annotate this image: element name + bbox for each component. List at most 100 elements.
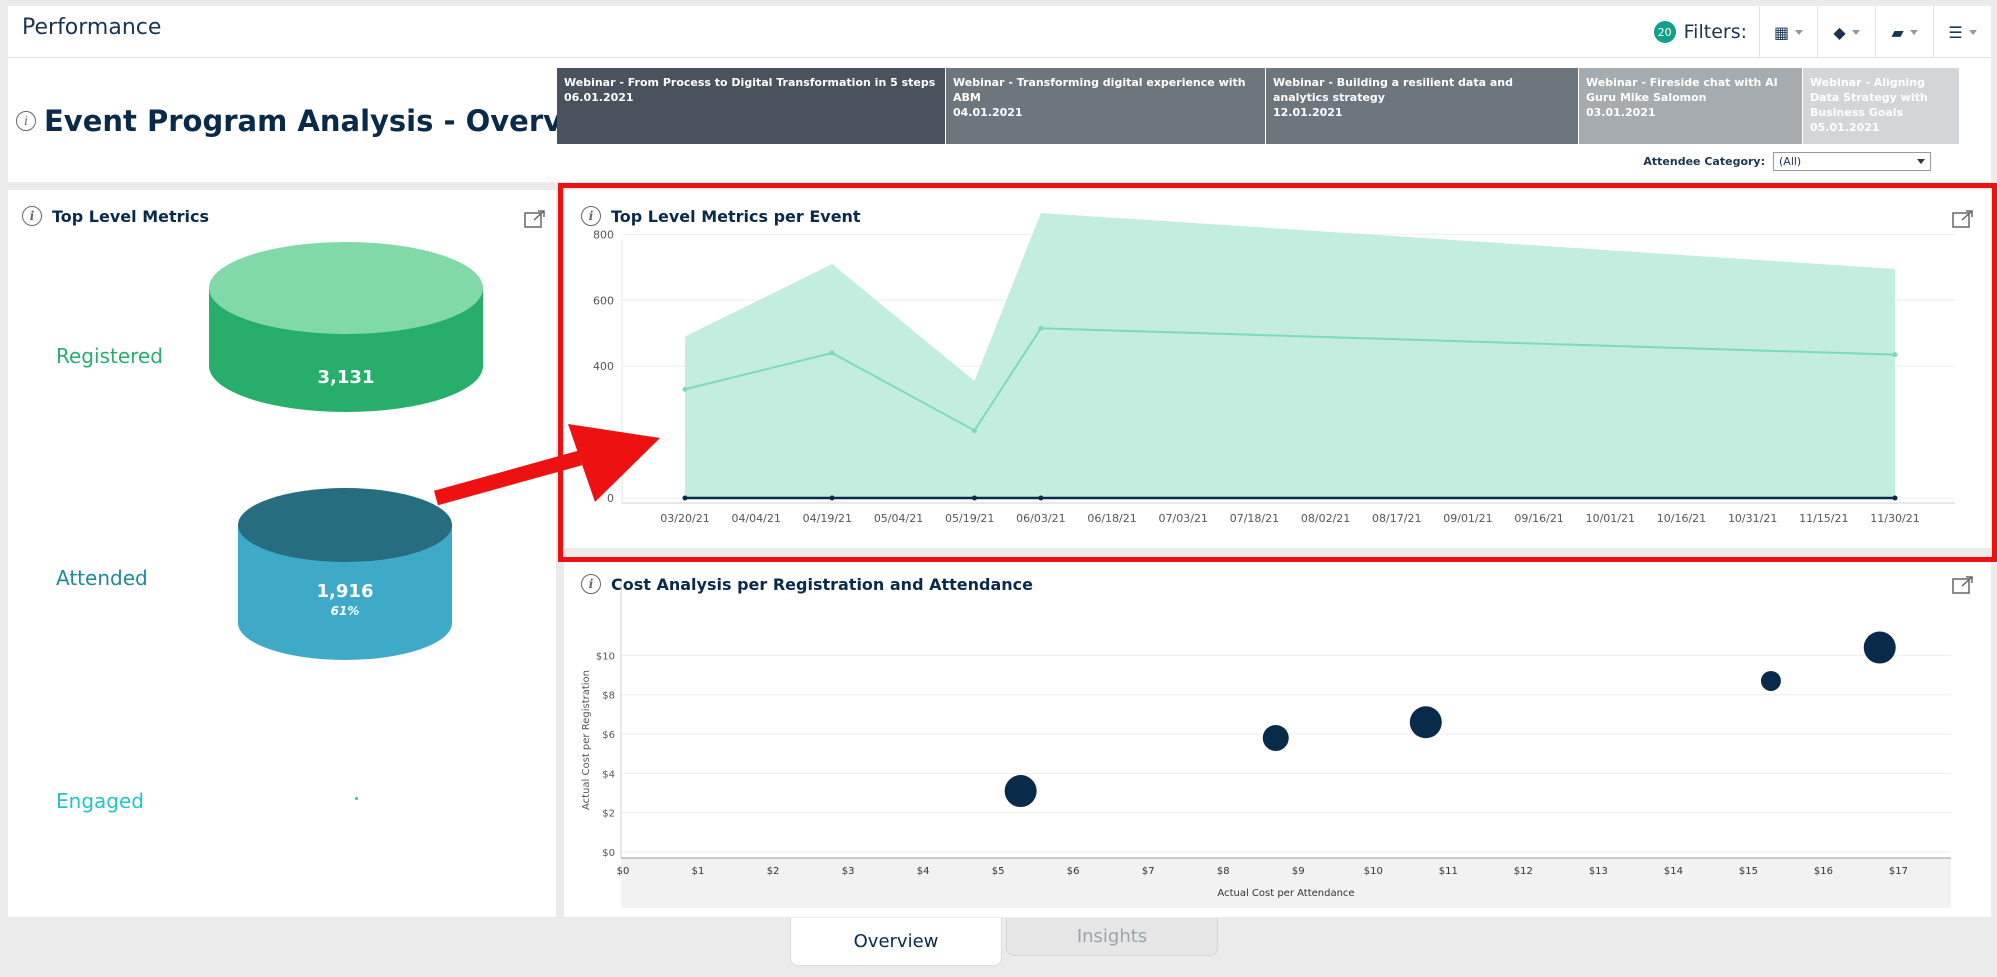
data-point [1892, 352, 1898, 358]
tab-overview[interactable]: Overview [790, 918, 1002, 966]
event-tab-4[interactable]: Webinar - Fireside chat with AI Guru Mik… [1579, 68, 1803, 144]
chevron-down-icon [1909, 29, 1918, 35]
attendee-category-select[interactable]: (All) [1773, 152, 1931, 171]
x-tick-label: $10 [1364, 866, 1383, 877]
registered-value: 3,131 [317, 367, 375, 388]
registered-label: Registered [56, 344, 163, 368]
tab-insights[interactable]: Insights [1006, 918, 1218, 956]
event-tab-3[interactable]: Webinar - Building a resilient data and … [1266, 68, 1579, 144]
scatter-point [1004, 775, 1037, 808]
dashboard-header: i Event Program Analysis - Overview Webi… [8, 58, 1991, 182]
metrics-per-event-panel: i Top Level Metrics per Event 0 400 600 800… [564, 190, 1991, 548]
x-tick-label: 11/15/21 [1799, 512, 1848, 525]
x-tick-label: 10/16/21 [1657, 512, 1706, 525]
calendar-icon: ▦ [1773, 22, 1790, 42]
tag-filter-button[interactable]: ◆ [1817, 6, 1875, 58]
x-tick-label: $7 [1142, 866, 1155, 877]
top-metrics-title: Top Level Metrics [52, 206, 209, 226]
chevron-down-icon [1917, 159, 1925, 164]
event-date: 04.01.2021 [953, 106, 1023, 119]
y-axis-title: Actual Cost per Registration [581, 670, 592, 810]
event-tab-1[interactable]: Webinar - From Process to Digital Transf… [557, 68, 946, 144]
x-tick-label: $8 [1217, 866, 1230, 877]
x-tick-label: 05/04/21 [874, 512, 923, 525]
x-tick-label: 03/20/21 [660, 512, 709, 525]
chevron-down-icon [1968, 29, 1977, 35]
data-point [829, 350, 835, 356]
view-settings-button[interactable]: ☰ [1933, 6, 1991, 58]
x-tick-label: 07/03/21 [1159, 512, 1208, 525]
filter-count-badge[interactable]: 20 [1653, 21, 1676, 43]
event-name: Webinar - Fireside chat with AI Guru Mik… [1586, 76, 1778, 104]
x-tick-label: 11/30/21 [1870, 512, 1919, 525]
x-tick-label: $17 [1889, 866, 1908, 877]
x-tick-label: $6 [1067, 866, 1080, 877]
data-point [829, 495, 835, 501]
x-tick-label: $1 [692, 866, 705, 877]
data-point [682, 386, 688, 392]
x-tick-label: $13 [1589, 866, 1608, 877]
attended-cylinder [238, 488, 452, 660]
x-tick-label: $12 [1514, 866, 1533, 877]
event-name: Webinar - Building a resilient data and … [1273, 76, 1513, 104]
cost-analysis-chart: $0 $2 $4 $6 $8 $10 $0 $1 $2 $3 $4 $5 $6 $7 $8 $9 $10 $11 $… [581, 582, 1951, 908]
data-point [971, 427, 977, 433]
event-selector: Webinar - From Process to Digital Transf… [557, 68, 1960, 144]
tag-icon: ◆ [1833, 22, 1846, 42]
x-tick-label: $5 [992, 866, 1005, 877]
x-tick-label: 09/01/21 [1443, 512, 1492, 525]
app-title: Performance [22, 15, 162, 40]
x-tick-label: 07/18/21 [1230, 512, 1279, 525]
x-tick-label: 10/01/21 [1586, 512, 1635, 525]
scatter-point [1409, 706, 1442, 739]
y-tick-label: $10 [596, 651, 615, 662]
data-point [971, 495, 977, 501]
page-title: Event Program Analysis - Overview [44, 104, 619, 138]
info-icon[interactable]: i [16, 111, 36, 131]
event-date: 05.01.2021 [1810, 121, 1880, 134]
event-name: Webinar - From Process to Digital Transf… [564, 76, 936, 89]
filters-label[interactable]: Filters: [1684, 21, 1747, 43]
y-tick-label: $4 [602, 769, 615, 780]
cost-analysis-panel: i Cost Analysis per Registration and Att… [564, 560, 1991, 917]
engaged-label: Engaged [56, 789, 144, 813]
x-tick-label: 04/19/21 [803, 512, 852, 525]
bottom-tab-bar: Overview Insights [790, 918, 1218, 966]
x-tick-label: 10/31/21 [1728, 512, 1777, 525]
x-tick-label: 06/18/21 [1087, 512, 1136, 525]
x-tick-label: 04/04/21 [731, 512, 780, 525]
top-bar: Performance 20 Filters: ▦ ◆ ▰ ☰ [8, 6, 1991, 58]
event-date: 03.01.2021 [1586, 106, 1656, 119]
top-level-metrics-panel: i Top Level Metrics Registered Attended … [8, 190, 556, 917]
y-tick-label: $6 [602, 730, 615, 741]
scatter-point [1262, 724, 1289, 751]
area-series [685, 212, 1895, 498]
x-tick-label: 09/16/21 [1514, 512, 1563, 525]
x-tick-label: 08/02/21 [1301, 512, 1350, 525]
x-tick-label: 06/03/21 [1016, 512, 1065, 525]
external-link-icon[interactable] [524, 210, 546, 228]
x-axis-title: Actual Cost per Attendance [1217, 888, 1354, 899]
calendar-filter-button[interactable]: ▦ [1759, 6, 1817, 58]
annotation-arrow-icon [433, 424, 660, 506]
y-tick-label: $2 [602, 809, 615, 820]
data-point [1892, 495, 1898, 501]
scatter-point [1863, 631, 1896, 664]
folder-filter-button[interactable]: ▰ [1875, 6, 1933, 58]
attended-label: Attended [56, 566, 148, 590]
attendee-category-value: (All) [1779, 155, 1802, 168]
attended-value: 1,916 [316, 581, 374, 602]
event-tab-5[interactable]: Webinar - Aligning Data Strategy with Bu… [1803, 68, 1960, 144]
event-tab-2[interactable]: Webinar - Transforming digital experienc… [946, 68, 1266, 144]
data-point [1038, 495, 1044, 501]
y-tick-label: 600 [593, 294, 614, 307]
x-tick-label: $2 [767, 866, 780, 877]
event-name: Webinar - Aligning Data Strategy with Bu… [1810, 76, 1928, 119]
chevron-down-icon [1795, 29, 1804, 35]
x-tick-label: 05/19/21 [945, 512, 994, 525]
event-date: 12.01.2021 [1273, 106, 1343, 119]
info-icon[interactable]: i [22, 206, 42, 226]
chevron-down-icon [1851, 29, 1860, 35]
filter-area: 20 Filters: ▦ ◆ ▰ ☰ [1653, 6, 1991, 58]
data-point [1038, 325, 1044, 331]
